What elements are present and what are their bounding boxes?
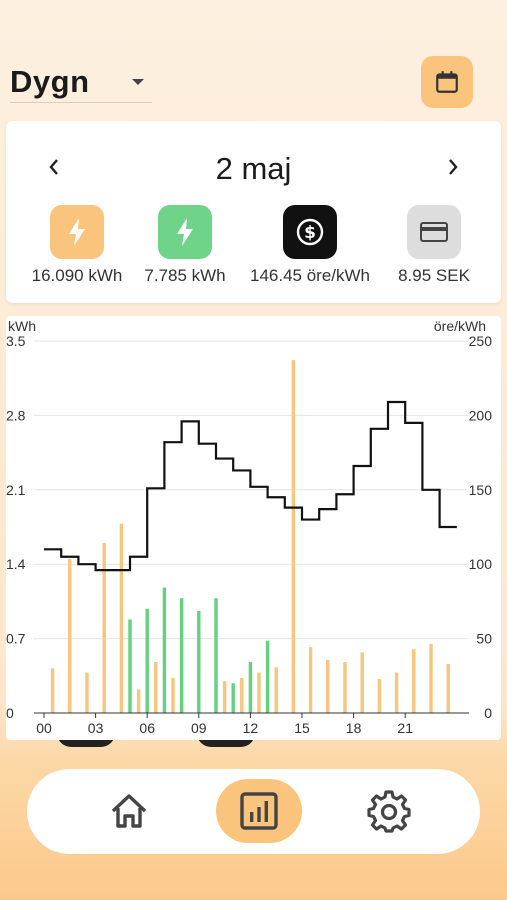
card-icon [420,222,448,242]
x-tick-label: 18 [346,720,362,736]
y-right-tick-label: 50 [476,631,492,647]
nav-statistics-button[interactable] [216,779,302,843]
consumption-bar [308,647,313,713]
price-tile: $ [283,205,337,259]
consumption-bar [291,360,296,713]
production-bar [128,619,132,713]
bolt-icon [69,218,85,246]
consumption-bar [446,664,450,713]
y-right-tick-label: 250 [469,333,493,349]
chevron-right-icon [449,159,458,175]
consumption-bar [429,643,433,713]
x-tick-label: 00 [36,720,52,736]
stat-production: 7.785 kWh [120,205,250,286]
y-right-tick-label: 200 [469,407,493,423]
consumption-bar [343,661,347,713]
x-tick-label: 09 [191,720,207,736]
chevron-down-icon [132,79,144,85]
consumption-bar [171,677,175,713]
consumption-bar [119,523,124,713]
consumption-bar [360,652,364,713]
stat-value: 7.785 kWh [144,266,226,285]
x-tick-label: 12 [243,720,259,736]
y-right-tick-label: 0 [484,705,492,721]
y-left-tick-label: 1.4 [6,556,26,572]
next-day-button[interactable] [433,147,473,187]
x-tick-label: 03 [88,720,104,736]
consumption-bar [136,689,141,713]
consumption-bar [50,668,55,713]
nav-settings-button[interactable] [346,779,432,843]
consumption-bar [68,558,72,713]
period-select-value: Dygn [10,64,90,99]
price-line [44,400,457,572]
consumption-bar [222,681,227,713]
stat-value: 146.45 öre/kWh [249,266,370,285]
y-right-tick-label: 150 [469,482,493,498]
calendar-button[interactable] [421,56,473,108]
production-bar [265,640,270,713]
nav-home-button[interactable] [86,779,172,843]
production-bar [248,661,253,713]
x-tick-label: 21 [397,720,413,736]
consumption-bar [240,677,244,713]
calendar-icon [436,71,458,93]
bottom-navigation [27,769,480,854]
consumption-bar [326,659,330,713]
home-icon [111,794,147,828]
bar-chart-icon [240,792,278,830]
consumption-bar [394,672,399,713]
consumption-bar [257,672,261,713]
consumption-bar [412,649,416,713]
consumption-bar [102,542,106,713]
y-left-tick-label: 0.7 [6,631,26,647]
consumption-bar [377,678,382,713]
production-bar [179,598,184,713]
production-bar [231,683,235,713]
y-left-tick-label: 2.1 [6,482,26,498]
stat-price: $ 146.45 öre/kWh [245,205,375,286]
consumption-bar [154,661,158,713]
cost-tile [407,205,461,259]
gear-icon [367,790,411,833]
production-tile [158,205,212,259]
x-tick-label: 06 [139,720,155,736]
y-right-tick-label: 100 [469,556,493,572]
left-axis-unit: kWh [8,318,36,334]
summary-card: 2 maj 16.090 kWh 7.785 kWh $ 146.45 öre/… [6,121,501,303]
production-bar [214,598,218,713]
stat-cost: 8.95 SEK [369,205,499,286]
x-tick-label: 15 [294,720,310,736]
svg-text:$: $ [304,223,316,243]
stat-value: 8.95 SEK [398,266,470,285]
y-left-tick-label: 3.5 [6,333,26,349]
energy-chart: kWh öre/kWh 0 00.7 501.4 1002.1 1502.8 2003.5… [6,318,493,736]
consumption-bar [274,667,278,713]
dollar-icon: $ [296,218,324,246]
production-bar [145,608,149,713]
y-left-tick-label: 0 [6,705,14,721]
production-bar [197,610,201,713]
date-title: 2 maj [215,151,292,186]
production-bar [162,587,167,713]
right-axis-unit: öre/kWh [434,318,486,334]
consumption-tile [50,205,104,259]
chart-card: kWh öre/kWh 0 0 0.7 50 1.4 100 2.1 150 2.8 200 3.5… [6,316,501,740]
period-select[interactable]: Dygn [10,62,152,103]
consumption-bar [85,672,89,713]
bolt-icon [177,218,193,246]
y-left-tick-label: 2.8 [6,407,26,423]
